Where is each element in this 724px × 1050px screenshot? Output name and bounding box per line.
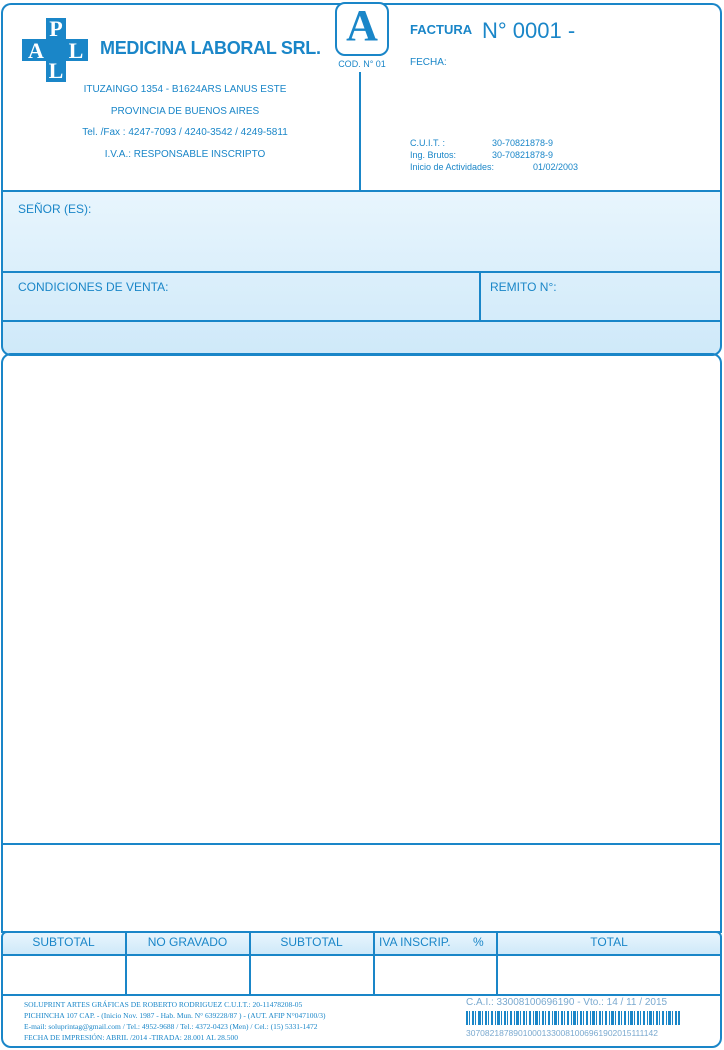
totals-value-row [1, 954, 722, 996]
inicio-value: 01/02/2003 [533, 162, 579, 172]
ib-value: 30-70821878-9 [492, 150, 554, 160]
client-box [1, 190, 722, 356]
cai-text: C.A.I.: 33008100696190 - Vto.: 14 / 11 /… [466, 997, 668, 1008]
company-phones: Tel. /Fax : 4247-7093 / 4240-3542 / 4249… [82, 127, 288, 138]
logo-letter-a-right: L [68, 38, 84, 63]
subtotal1-label: SUBTOTAL [32, 935, 95, 949]
total-label: TOTAL [590, 935, 628, 949]
invoice-cod: COD. N° 01 [338, 59, 386, 69]
footer-line-4: FECHA DE IMPRESIÓN: ABRIL /2014 -TIRADA:… [24, 1033, 239, 1042]
footer-line-3: E-mail: soluprintag@gmail.com / Tel.: 49… [24, 1022, 318, 1031]
company-iva: I.V.A.: RESPONSABLE INSCRIPTO [104, 149, 266, 160]
header-divider [359, 72, 361, 192]
logo-letter-p: P [49, 16, 63, 41]
cuit-label: C.U.I.T. : [410, 138, 446, 148]
company-logo: P A L L [22, 16, 88, 83]
totals-col-3 [373, 931, 375, 996]
no-gravado-label: NO GRAVADO [147, 935, 228, 949]
barcode-number: 3070821878901000133008100696190201511114… [466, 1028, 658, 1038]
items-bottom-line [1, 843, 722, 845]
remito-divider [479, 271, 481, 321]
iva-percent-label: % [473, 935, 484, 949]
company-address: ITUZAINGO 1354 - B1624ARS LANUS ESTE [83, 84, 287, 95]
iva-label: IVA INSCRIP. [379, 935, 451, 949]
barcode-icon [466, 1011, 681, 1025]
subtotal2-label: SUBTOTAL [280, 935, 343, 949]
footer-line-2: PICHINCHA 107 CAP. - (Inicio Nov. 1987 -… [24, 1011, 326, 1020]
inicio-label: Inicio de Actividades: [410, 162, 495, 172]
client-line-1 [1, 271, 722, 273]
senor-label: SEÑOR (ES): [18, 202, 92, 216]
company-province: PROVINCIA DE BUENOS AIRES [110, 106, 260, 117]
invoice-number: N° 0001 - [482, 18, 576, 43]
cuit-value: 30-70821878-9 [492, 138, 554, 148]
invoice-fecha-label: FECHA: [410, 57, 447, 68]
client-line-2 [1, 320, 722, 322]
ib-label: Ing. Brutos: [410, 150, 457, 160]
logo-letter-a: A [28, 38, 44, 63]
footer-line-1: SOLUPRINT ARTES GRÁFICAS DE ROBERTO RODR… [24, 1000, 303, 1009]
items-box [1, 353, 722, 933]
invoice-type-letter: A [346, 1, 378, 50]
remito-label: REMITO N°: [490, 280, 557, 294]
invoice-title: FACTURA [410, 22, 473, 37]
company-name: MEDICINA LABORAL SRL. [100, 38, 321, 58]
logo-letter-l: L [48, 58, 64, 83]
condiciones-label: CONDICIONES DE VENTA: [18, 280, 169, 294]
